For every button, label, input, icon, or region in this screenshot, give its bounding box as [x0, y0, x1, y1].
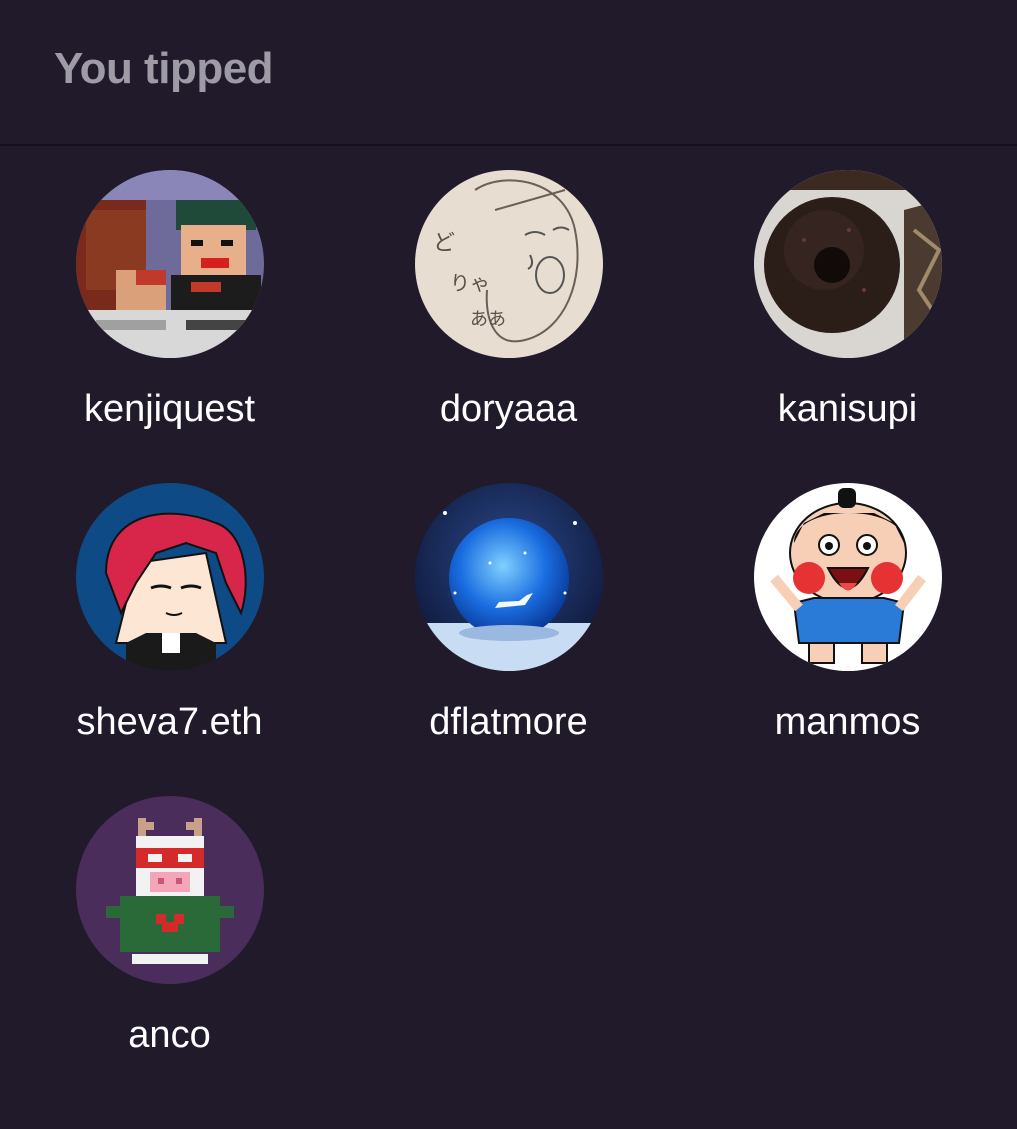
user-tile-doryaaa[interactable]: ど りゃ ああ doryaaa [339, 170, 678, 431]
user-tile-anco[interactable]: anco [0, 796, 339, 1057]
sketch-face-icon: ど りゃ ああ [414, 170, 603, 358]
cartoon-boy-icon [753, 483, 942, 671]
user-tile-kenjiquest[interactable]: kenjiquest [0, 170, 339, 431]
svg-text:りゃ: りゃ [450, 271, 490, 295]
user-name: kenjiquest [83, 388, 256, 430]
user-name: anco [128, 1014, 211, 1056]
page-title: You tipped [54, 44, 274, 93]
svg-text:ああ: ああ [470, 309, 506, 330]
user-name: sheva7.eth [76, 701, 263, 743]
svg-text:ど: ど [433, 231, 455, 256]
user-tile-kanisupi[interactable]: kanisupi [678, 170, 1017, 431]
user-name: manmos [774, 701, 921, 743]
section-header: You tipped [0, 0, 1017, 146]
user-name: doryaaa [439, 388, 578, 430]
pixel-art-couple-icon [75, 170, 264, 358]
user-tile-sheva7-eth[interactable]: sheva7.eth [0, 483, 339, 744]
user-tile-manmos[interactable]: manmos [678, 483, 1017, 744]
user-name: kanisupi [777, 388, 918, 430]
red-hair-anime-icon [75, 483, 264, 671]
chocolate-donut-icon [753, 170, 942, 358]
crystal-ball-unicorn-icon [414, 483, 603, 671]
user-tile-dflatmore[interactable]: dflatmore [339, 483, 678, 744]
pixel-cow-sweater-icon [75, 796, 264, 984]
user-name: dflatmore [429, 701, 588, 743]
